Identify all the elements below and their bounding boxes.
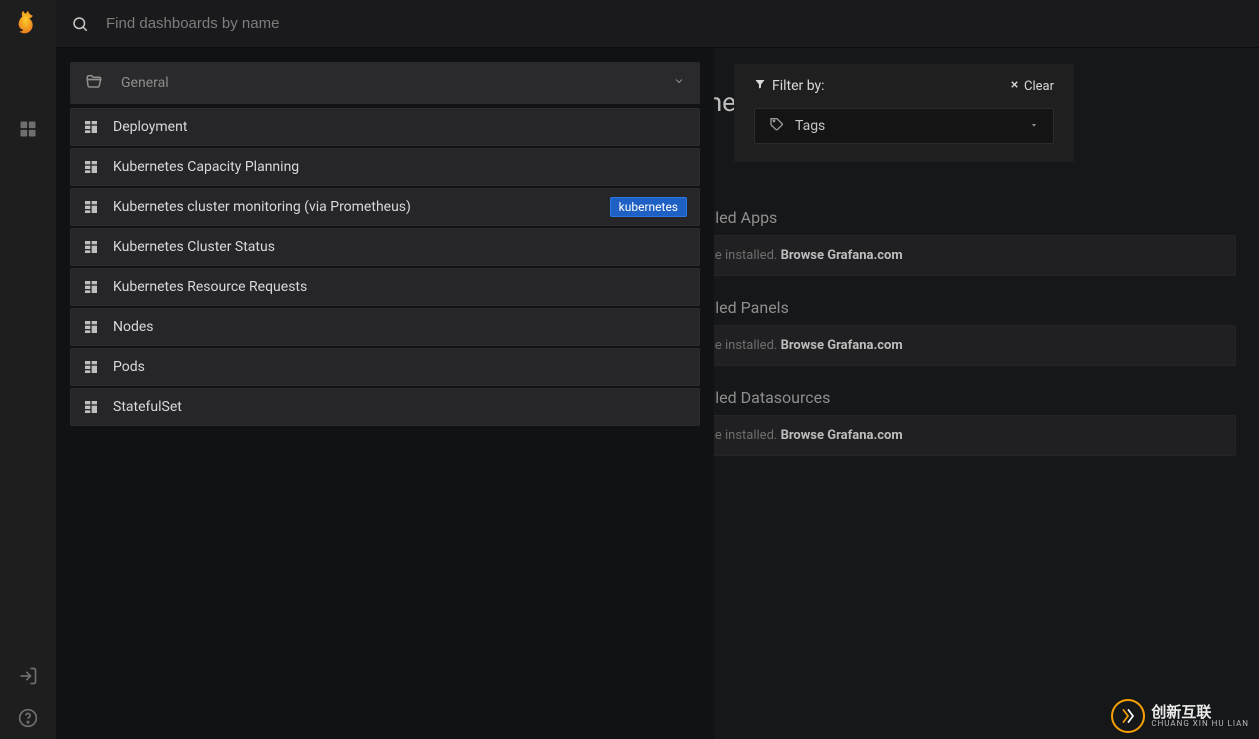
- dashboard-label: Kubernetes Resource Requests: [113, 279, 687, 295]
- dashboard-label: Kubernetes Capacity Planning: [113, 159, 687, 175]
- dashboard-label: Deployment: [113, 119, 687, 135]
- dashboard-label: Kubernetes cluster monitoring (via Prome…: [113, 199, 596, 215]
- bg-section-card: None installed. Browse Grafana.com: [676, 235, 1236, 276]
- signin-icon[interactable]: [0, 655, 56, 697]
- close-icon: [1009, 79, 1020, 94]
- bg-section-title: Installed Panels: [676, 298, 1236, 317]
- dashboard-row[interactable]: Nodes: [70, 308, 700, 346]
- watermark-title: 创新互联: [1151, 705, 1249, 720]
- dashboard-icon: [83, 159, 99, 175]
- watermark-logo-icon: [1111, 699, 1145, 733]
- tags-dropdown[interactable]: Tags: [754, 108, 1054, 144]
- dashboard-label: Nodes: [113, 319, 687, 335]
- folder-title: General: [121, 75, 655, 91]
- bg-section-title: Installed Apps: [676, 208, 1236, 227]
- dashboard-row[interactable]: Kubernetes Resource Requests: [70, 268, 700, 306]
- clear-filter-button[interactable]: Clear: [1009, 79, 1054, 94]
- dashboard-row[interactable]: Kubernetes Cluster Status: [70, 228, 700, 266]
- dashboard-icon: [83, 319, 99, 335]
- dashboard-row[interactable]: Pods: [70, 348, 700, 386]
- dashboard-icon: [83, 119, 99, 135]
- tag-icon: [769, 116, 785, 136]
- search-results-overlay: General Deployment Kubernetes Capacity Pl…: [56, 48, 714, 739]
- bg-section-title: Installed Datasources: [676, 388, 1236, 407]
- filter-title: Filter by:: [772, 78, 825, 94]
- dashboard-icon: [83, 279, 99, 295]
- dashboard-icon: [83, 239, 99, 255]
- folder-header[interactable]: General: [70, 62, 700, 104]
- watermark-subtitle: CHUANG XIN HU LIAN: [1151, 720, 1249, 728]
- dashboard-row[interactable]: StatefulSet: [70, 388, 700, 426]
- chevron-down-icon: [673, 75, 685, 91]
- dashboard-tag[interactable]: kubernetes: [610, 197, 687, 217]
- dashboards-nav-icon[interactable]: [0, 108, 56, 150]
- dashboard-icon: [83, 359, 99, 375]
- folder-open-icon: [85, 72, 103, 94]
- dashboard-icon: [83, 399, 99, 415]
- browse-link[interactable]: Browse Grafana.com: [781, 248, 903, 263]
- caret-down-icon: [1029, 118, 1039, 134]
- bg-section-card: None installed. Browse Grafana.com: [676, 325, 1236, 366]
- side-rail: [0, 0, 56, 739]
- dashboard-icon: [83, 199, 99, 215]
- filter-icon: [754, 78, 766, 94]
- bg-section-card: None installed. Browse Grafana.com: [676, 415, 1236, 456]
- help-icon[interactable]: [0, 697, 56, 739]
- tags-label: Tags: [795, 118, 825, 134]
- dashboard-row[interactable]: Kubernetes Capacity Planning: [70, 148, 700, 186]
- filter-panel: Filter by: Clear Tags: [734, 64, 1074, 162]
- dashboard-label: Pods: [113, 359, 687, 375]
- search-input[interactable]: [104, 0, 1259, 48]
- browse-link[interactable]: Browse Grafana.com: [781, 428, 903, 443]
- grafana-logo[interactable]: [0, 0, 56, 48]
- dashboard-row[interactable]: Kubernetes cluster monitoring (via Prome…: [70, 188, 700, 226]
- browse-link[interactable]: Browse Grafana.com: [781, 338, 903, 353]
- topbar: [56, 0, 1259, 48]
- dashboard-label: Kubernetes Cluster Status: [113, 239, 687, 255]
- dashboard-label: StatefulSet: [113, 399, 687, 415]
- search-icon: [56, 15, 104, 33]
- dashboard-row[interactable]: Deployment: [70, 108, 700, 146]
- watermark: 创新互联 CHUANG XIN HU LIAN: [1111, 699, 1249, 733]
